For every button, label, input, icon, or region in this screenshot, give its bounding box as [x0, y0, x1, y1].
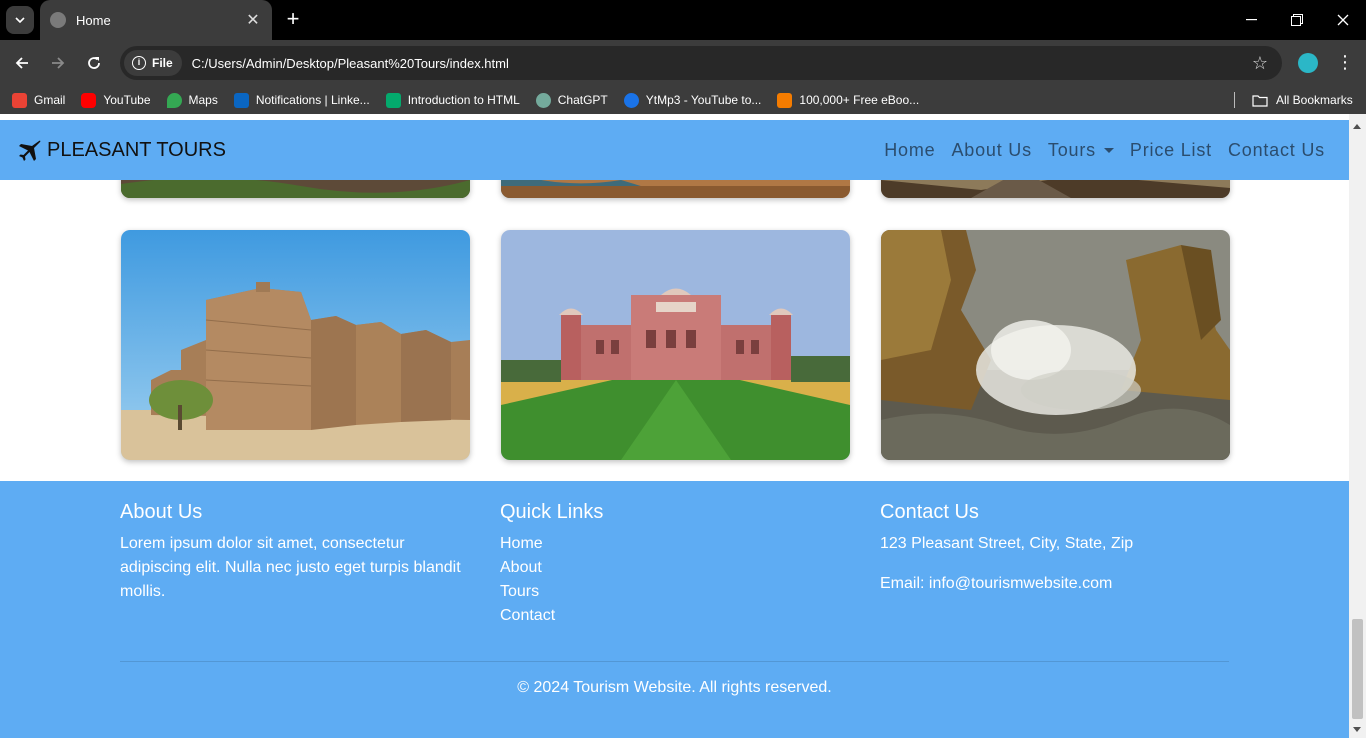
footer-email: Email: info@tourismwebsite.com [880, 575, 1113, 592]
bookmark-label: YouTube [103, 93, 151, 107]
bookmark-label: Maps [188, 93, 218, 107]
arrow-right-icon [52, 57, 65, 69]
bookmark-label: 100,000+ Free eBoo... [799, 93, 920, 107]
tab-search-button[interactable] [6, 6, 34, 34]
bookmark-label: Introduction to HTML [407, 93, 520, 107]
minimize-icon [1245, 19, 1257, 21]
browser-tab-bar: Home ✕ + [0, 0, 1366, 40]
restore-button[interactable] [1274, 0, 1320, 40]
all-bookmarks-label: All Bookmarks [1276, 93, 1353, 107]
nav-tours-label: Tours [1047, 139, 1096, 160]
arrow-left-icon [15, 57, 28, 69]
maps-icon [166, 92, 182, 108]
tab-title: Home [76, 12, 111, 28]
scroll-down-arrow-icon[interactable] [1353, 727, 1361, 732]
back-button[interactable] [10, 51, 34, 75]
page-viewport: PLEASANT TOURS Home About Us Tours Price… [0, 114, 1366, 738]
bookmark-chatgpt[interactable]: ChatGPT [535, 92, 608, 108]
bookmark-ytmp3[interactable]: YtMp3 - YouTube to... [623, 92, 762, 108]
menu-kebab-icon[interactable]: ⋮ [1336, 52, 1354, 72]
forward-button[interactable] [46, 51, 70, 75]
bookmark-label: Gmail [34, 93, 66, 107]
footer-link-about[interactable]: About [500, 556, 860, 580]
footer-quick-links: Quick Links Home About Tours Contact [500, 501, 860, 628]
linkedin-icon [233, 92, 249, 108]
footer-link-home[interactable]: Home [500, 532, 860, 556]
profile-avatar[interactable] [1298, 53, 1318, 73]
chevron-down-icon [15, 17, 25, 23]
ytmp3-icon [623, 92, 639, 108]
caret-down-icon [1103, 147, 1114, 153]
footer-link-tours[interactable]: Tours [500, 580, 860, 604]
sea-rocks-photo [881, 230, 1230, 460]
url-text[interactable]: C:/Users/Admin/Desktop/Pleasant%20Tours/… [192, 56, 1252, 71]
all-bookmarks-button[interactable]: All Bookmarks [1252, 86, 1353, 114]
tour-card-palace[interactable] [501, 230, 850, 460]
browser-toolbar: i File C:/Users/Admin/Desktop/Pleasant%2… [0, 40, 1366, 86]
footer-about: About Us Lorem ipsum dolor sit amet, con… [120, 501, 480, 604]
w3schools-icon [385, 92, 401, 108]
footer-links-heading: Quick Links [500, 501, 604, 523]
main-menu: Home About Us Tours Price List Contact U… [868, 120, 1325, 180]
bookmark-star-icon[interactable]: ☆ [1252, 53, 1268, 74]
nav-tours-dropdown[interactable]: Tours [1048, 140, 1114, 161]
youtube-icon [81, 92, 97, 108]
bookmark-youtube[interactable]: YouTube [81, 92, 151, 108]
tour-card-sea-rocks[interactable] [881, 230, 1230, 460]
chatgpt-icon [535, 92, 551, 108]
site-navbar: PLEASANT TOURS Home About Us Tours Price… [0, 120, 1349, 180]
reload-button[interactable] [82, 51, 106, 75]
close-icon [1337, 14, 1349, 26]
nav-home[interactable]: Home [884, 140, 935, 161]
bookmark-intro-html[interactable]: Introduction to HTML [385, 92, 520, 108]
airplane-icon [19, 140, 41, 161]
footer-contact: Contact Us 123 Pleasant Street, City, St… [880, 501, 1240, 596]
bookmark-ebooks[interactable]: 100,000+ Free eBoo... [777, 92, 920, 108]
footer-address: 123 Pleasant Street, City, State, Zip [880, 535, 1134, 552]
active-tab[interactable]: Home ✕ [40, 0, 272, 40]
site-footer: About Us Lorem ipsum dolor sit amet, con… [0, 481, 1349, 738]
bookmark-label: ChatGPT [557, 93, 608, 107]
close-window-button[interactable] [1320, 0, 1366, 40]
site-info-label: File [152, 56, 173, 70]
reload-icon [88, 57, 100, 69]
bookmark-label: Notifications | Linke... [255, 93, 370, 107]
bookmark-linkedin[interactable]: Notifications | Linke... [233, 92, 370, 108]
address-bar[interactable]: i File C:/Users/Admin/Desktop/Pleasant%2… [120, 46, 1282, 80]
nav-price-list[interactable]: Price List [1130, 140, 1212, 161]
brand-name: PLEASANT TOURS [47, 138, 226, 161]
footer-about-text: Lorem ipsum dolor sit amet, consectetur … [120, 535, 461, 600]
scroll-up-arrow-icon[interactable] [1353, 124, 1361, 129]
page-scrollbar[interactable] [1349, 114, 1366, 738]
footer-contact-heading: Contact Us [880, 501, 979, 523]
nav-contact-us[interactable]: Contact Us [1228, 140, 1325, 161]
info-icon: i [132, 56, 146, 70]
restore-icon [1291, 14, 1303, 26]
close-tab-icon[interactable]: ✕ [244, 10, 262, 30]
site-info-chip[interactable]: i File [124, 50, 182, 76]
footer-about-heading: About Us [120, 501, 203, 523]
bookmark-label: YtMp3 - YouTube to... [645, 93, 762, 107]
fort-photo [121, 230, 470, 460]
ebook-icon [777, 92, 793, 108]
brand-logo[interactable]: PLEASANT TOURS [18, 138, 226, 162]
minimize-button[interactable] [1228, 0, 1274, 40]
scroll-thumb[interactable] [1352, 619, 1363, 719]
tour-card-fort[interactable] [121, 230, 470, 460]
footer-copyright: © 2024 Tourism Website. All rights reser… [517, 679, 832, 696]
bookmarks-bar: Gmail YouTube Maps Notifications | Linke… [0, 86, 1366, 114]
footer-link-contact[interactable]: Contact [500, 604, 860, 628]
palace-photo [501, 230, 850, 460]
bookmark-maps[interactable]: Maps [166, 92, 218, 108]
nav-about-us[interactable]: About Us [951, 140, 1031, 161]
globe-icon [50, 12, 66, 28]
bookmarks-separator [1234, 92, 1235, 108]
folder-icon [1252, 94, 1268, 107]
bookmark-gmail[interactable]: Gmail [12, 92, 66, 108]
footer-divider [120, 661, 1229, 662]
new-tab-button[interactable]: + [282, 8, 304, 30]
gmail-icon [12, 92, 27, 108]
